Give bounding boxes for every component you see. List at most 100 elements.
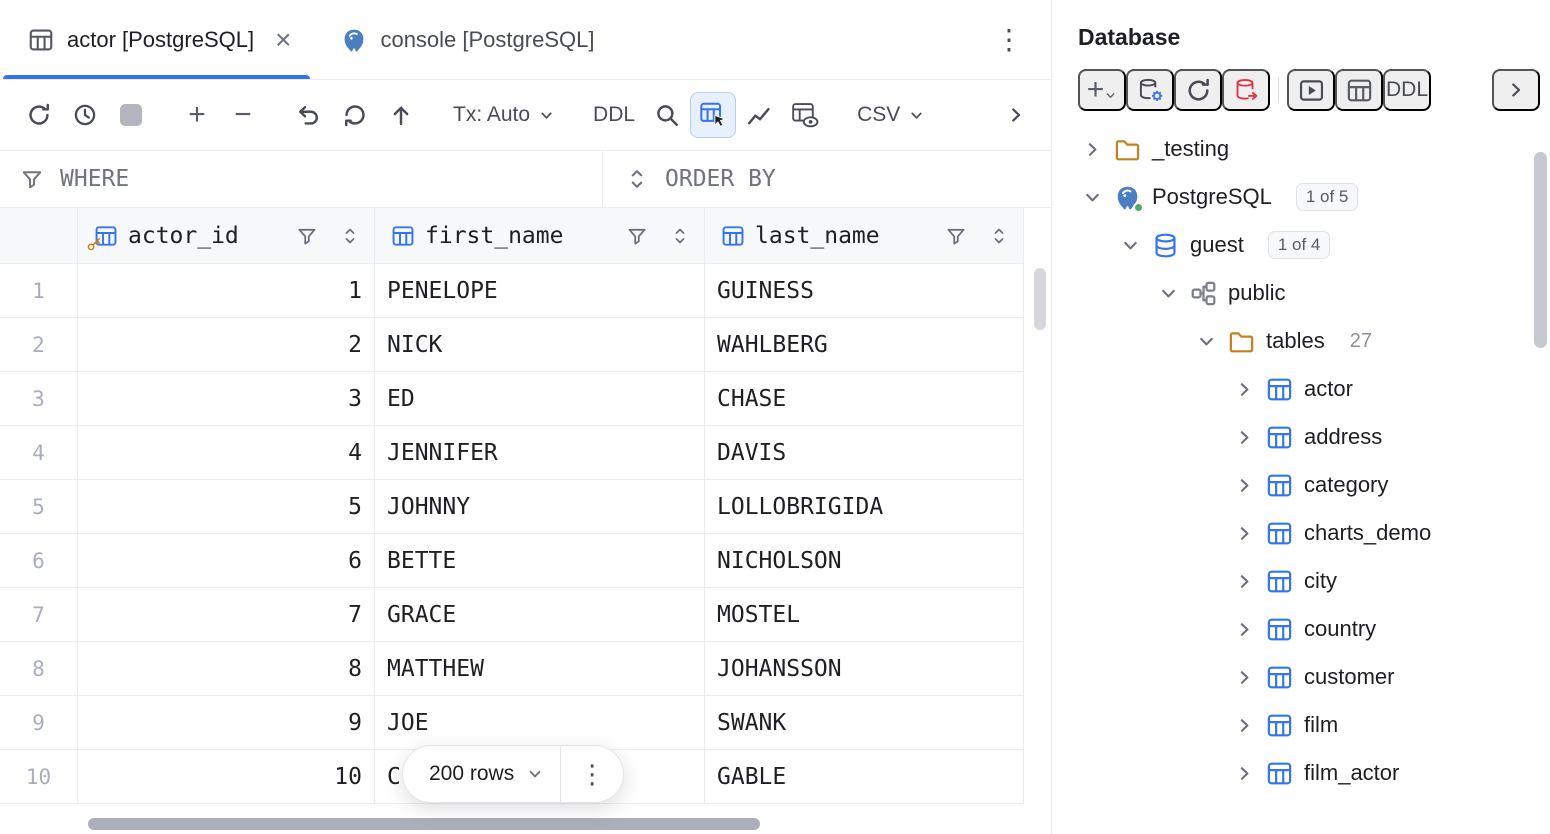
row-number[interactable]: 5 [0, 480, 78, 534]
toolbar-overflow-button[interactable] [993, 92, 1039, 138]
search-button[interactable] [644, 92, 690, 138]
chevron-right-icon[interactable] [1234, 523, 1255, 544]
tree-item-country[interactable]: country [1052, 605, 1550, 653]
close-icon[interactable]: × [275, 26, 291, 54]
tree-item-film[interactable]: film [1052, 701, 1550, 749]
cell-last-name[interactable]: MOSTEL [705, 588, 1024, 642]
tabs-more-icon[interactable]: ⋮ [967, 23, 1051, 56]
tree-item-public[interactable]: public [1052, 269, 1550, 317]
cell-first-name[interactable]: NICK [375, 318, 705, 372]
column-header-first-name[interactable]: first_name [375, 208, 705, 264]
chevron-right-icon[interactable] [1234, 619, 1255, 640]
cell-first-name[interactable]: JOE [375, 696, 705, 750]
jump-to-console-button[interactable] [1287, 69, 1335, 111]
cell-last-name[interactable]: CHASE [705, 372, 1024, 426]
cell-actor-id[interactable]: 9 [78, 696, 375, 750]
tree-item-guest[interactable]: guest 1 of 4 [1052, 221, 1550, 269]
chart-view-toggle[interactable] [736, 92, 782, 138]
revert-button[interactable] [286, 92, 332, 138]
cell-last-name[interactable]: GUINESS [705, 264, 1024, 318]
chevron-down-icon[interactable] [1196, 331, 1217, 352]
sort-icon[interactable] [670, 226, 690, 246]
refresh-button[interactable] [16, 92, 62, 138]
cell-last-name[interactable]: GABLE [705, 750, 1024, 804]
where-filter-input[interactable]: WHERE [0, 151, 603, 207]
cell-first-name[interactable]: JOHNNY [375, 480, 705, 534]
cell-first-name[interactable]: BETTE [375, 534, 705, 588]
chevron-right-icon[interactable] [1234, 763, 1255, 784]
tab-actor[interactable]: actor [PostgreSQL] × [0, 0, 313, 79]
tree-item-address[interactable]: address [1052, 413, 1550, 461]
page-size-dropdown[interactable]: 200 rows [403, 746, 560, 802]
filter-icon[interactable] [626, 225, 648, 247]
ddl-button[interactable]: DDL [1383, 69, 1431, 111]
cell-first-name[interactable]: JENNIFER [375, 426, 705, 480]
cell-last-name[interactable]: NICHOLSON [705, 534, 1024, 588]
column-header-actor-id[interactable]: actor_id [78, 208, 375, 264]
tree-vertical-scrollbar[interactable] [1534, 152, 1547, 348]
row-number[interactable]: 4 [0, 426, 78, 480]
tree-item-customer[interactable]: customer [1052, 653, 1550, 701]
order-by-input[interactable]: ORDER BY [603, 151, 1051, 207]
cell-actor-id[interactable]: 5 [78, 480, 375, 534]
tx-mode-dropdown[interactable]: Tx: Auto [444, 92, 564, 138]
chevron-right-icon[interactable] [1234, 571, 1255, 592]
cell-actor-id[interactable]: 1 [78, 264, 375, 318]
tree-item-charts-demo[interactable]: charts_demo [1052, 509, 1550, 557]
row-number[interactable]: 8 [0, 642, 78, 696]
disconnect-button[interactable] [1222, 69, 1270, 111]
submit-button[interactable] [378, 92, 424, 138]
chevron-right-icon[interactable] [1234, 667, 1255, 688]
row-number[interactable]: 3 [0, 372, 78, 426]
cell-actor-id[interactable]: 8 [78, 642, 375, 696]
chevron-right-icon[interactable] [1234, 379, 1255, 400]
refresh-button[interactable] [1174, 69, 1222, 111]
cell-actor-id[interactable]: 2 [78, 318, 375, 372]
row-number-header[interactable] [0, 208, 78, 264]
reload-page-button[interactable] [332, 92, 378, 138]
chevron-down-icon[interactable] [1120, 235, 1141, 256]
cell-last-name[interactable]: SWANK [705, 696, 1024, 750]
chevron-down-icon[interactable] [1082, 187, 1103, 208]
row-number[interactable]: 9 [0, 696, 78, 750]
tree-item-actor[interactable]: actor [1052, 365, 1550, 413]
filter-icon[interactable] [296, 225, 318, 247]
chevron-right-icon[interactable] [1234, 715, 1255, 736]
row-number[interactable]: 2 [0, 318, 78, 372]
preview-view-toggle[interactable] [782, 92, 828, 138]
row-number[interactable]: 6 [0, 534, 78, 588]
cell-actor-id[interactable]: 7 [78, 588, 375, 642]
pager-more-icon[interactable]: ⋮ [561, 759, 623, 790]
tab-console[interactable]: console [PostgreSQL] [313, 0, 616, 79]
ddl-button[interactable]: DDL [584, 92, 644, 138]
toolbar-overflow-button[interactable] [1492, 69, 1540, 111]
cell-last-name[interactable]: LOLLOBRIGIDA [705, 480, 1024, 534]
tree-item-film-actor[interactable]: film_actor [1052, 749, 1550, 797]
cell-first-name[interactable]: PENELOPE [375, 264, 705, 318]
new-item-dropdown[interactable]: + [1078, 69, 1126, 111]
tree-item-category[interactable]: category [1052, 461, 1550, 509]
cell-actor-id[interactable]: 3 [78, 372, 375, 426]
row-number[interactable]: 10 [0, 750, 78, 804]
cell-first-name[interactable]: GRACE [375, 588, 705, 642]
export-dropdown[interactable]: CSV [848, 92, 934, 138]
cell-actor-id[interactable]: 10 [78, 750, 375, 804]
cell-first-name[interactable]: MATTHEW [375, 642, 705, 696]
grid-vertical-scrollbar[interactable] [1034, 268, 1046, 330]
cell-last-name[interactable]: JOHANSSON [705, 642, 1024, 696]
cell-actor-id[interactable]: 4 [78, 426, 375, 480]
cell-first-name[interactable]: ED [375, 372, 705, 426]
delete-row-button[interactable]: − [220, 92, 266, 138]
history-button[interactable] [62, 92, 108, 138]
cell-last-name[interactable]: WAHLBERG [705, 318, 1024, 372]
chevron-right-icon[interactable] [1082, 139, 1103, 160]
filter-icon[interactable] [945, 225, 967, 247]
sort-icon[interactable] [989, 226, 1009, 246]
row-number[interactable]: 1 [0, 264, 78, 318]
add-row-button[interactable]: + [174, 92, 220, 138]
column-header-last-name[interactable]: last_name [705, 208, 1024, 264]
cell-last-name[interactable]: DAVIS [705, 426, 1024, 480]
open-table-button[interactable] [1335, 69, 1383, 111]
data-source-properties-button[interactable] [1126, 69, 1174, 111]
table-view-toggle[interactable] [690, 92, 736, 138]
